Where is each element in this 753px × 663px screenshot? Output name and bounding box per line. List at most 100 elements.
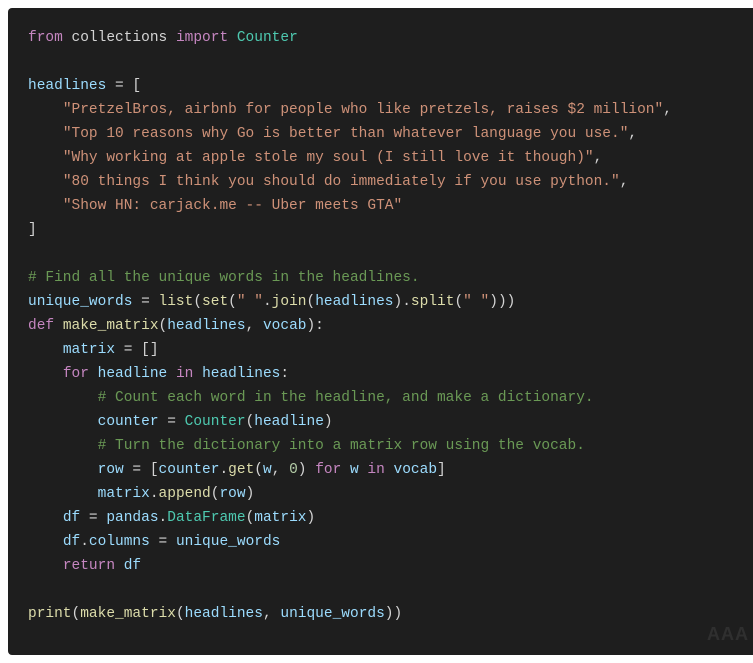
variable: unique_words	[176, 534, 280, 550]
punctuation: = [	[106, 78, 141, 94]
keyword-for: for	[63, 366, 89, 382]
punctuation: .	[159, 510, 168, 526]
keyword-in: in	[176, 366, 193, 382]
operator: =	[159, 414, 185, 430]
punctuation: )	[298, 462, 315, 478]
space	[341, 462, 350, 478]
variable: df	[124, 558, 141, 574]
punctuation: (	[306, 294, 315, 310]
parameter: headlines	[167, 318, 245, 334]
argument: headlines	[185, 606, 263, 622]
punctuation: (	[246, 510, 255, 526]
method-call: append	[159, 486, 211, 502]
punctuation: .	[150, 486, 159, 502]
punctuation: (	[159, 318, 168, 334]
keyword-for: for	[315, 462, 341, 478]
string-literal: "80 things I think you should do immedia…	[63, 174, 620, 190]
string-literal: "Top 10 reasons why Go is better than wh…	[63, 126, 629, 142]
string-literal: "Show HN: carjack.me -- Uber meets GTA"	[63, 198, 402, 214]
argument: headline	[254, 414, 324, 430]
parameter: vocab	[263, 318, 307, 334]
operator: =	[150, 534, 176, 550]
punctuation: (	[72, 606, 81, 622]
punctuation: ))	[385, 606, 402, 622]
string-literal: "PretzelBros, airbnb for people who like…	[63, 102, 663, 118]
module-name: collections	[72, 30, 168, 46]
code-block: from collections import Counter headline…	[8, 8, 753, 655]
attribute: columns	[89, 534, 150, 550]
punctuation: ,	[246, 318, 263, 334]
punctuation: ).	[394, 294, 411, 310]
function-call: join	[272, 294, 307, 310]
variable: w	[350, 462, 359, 478]
string-literal: " "	[463, 294, 489, 310]
string-literal: " "	[237, 294, 263, 310]
function-def: make_matrix	[63, 318, 159, 334]
variable: headline	[98, 366, 168, 382]
space	[115, 558, 124, 574]
variable: df	[63, 510, 80, 526]
class-name: Counter	[237, 30, 298, 46]
function-call: split	[411, 294, 455, 310]
variable: row	[98, 462, 124, 478]
watermark: AAA	[707, 624, 749, 645]
argument: w	[263, 462, 272, 478]
variable: unique_words	[28, 294, 132, 310]
punctuation: .	[80, 534, 89, 550]
punctuation: (	[246, 414, 255, 430]
punctuation: :	[280, 366, 289, 382]
number: 0	[289, 462, 298, 478]
function-call: print	[28, 606, 72, 622]
punctuation: (	[454, 294, 463, 310]
object: df	[63, 534, 80, 550]
variable: headlines	[202, 366, 280, 382]
punctuation: (	[193, 294, 202, 310]
class-name: DataFrame	[167, 510, 245, 526]
keyword-from: from	[28, 30, 63, 46]
punctuation: ]	[28, 222, 37, 238]
punctuation: .	[263, 294, 272, 310]
operator: = []	[115, 342, 159, 358]
keyword-def: def	[28, 318, 54, 334]
function-call: set	[202, 294, 228, 310]
keyword-import: import	[176, 30, 228, 46]
function-call: make_matrix	[80, 606, 176, 622]
punctuation: )	[324, 414, 333, 430]
punctuation: (	[254, 462, 263, 478]
object: matrix	[98, 486, 150, 502]
variable: counter	[98, 414, 159, 430]
variable: vocab	[394, 462, 438, 478]
comment: # Count each word in the headline, and m…	[98, 390, 594, 406]
code-content: from collections import Counter headline…	[28, 26, 741, 626]
argument: unique_words	[280, 606, 384, 622]
punctuation: )	[246, 486, 255, 502]
punctuation: ):	[306, 318, 323, 334]
comment: # Turn the dictionary into a matrix row …	[98, 438, 585, 454]
punctuation: )))	[489, 294, 515, 310]
punctuation: (	[176, 606, 185, 622]
punctuation: )	[307, 510, 316, 526]
argument: row	[219, 486, 245, 502]
variable: headlines	[28, 78, 106, 94]
punctuation: ]	[437, 462, 446, 478]
keyword-return: return	[63, 558, 115, 574]
function-call: list	[159, 294, 194, 310]
variable: matrix	[63, 342, 115, 358]
variable: headlines	[315, 294, 393, 310]
operator: =	[80, 510, 106, 526]
module: pandas	[106, 510, 158, 526]
argument: matrix	[254, 510, 306, 526]
operator: =	[132, 294, 158, 310]
punctuation: ,	[263, 606, 280, 622]
punctuation: (	[228, 294, 237, 310]
comment: # Find all the unique words in the headl…	[28, 270, 420, 286]
operator: = [	[124, 462, 159, 478]
punctuation: ,	[272, 462, 289, 478]
object: counter	[159, 462, 220, 478]
string-literal: "Why working at apple stole my soul (I s…	[63, 150, 594, 166]
space	[385, 462, 394, 478]
class-name: Counter	[185, 414, 246, 430]
punctuation: .	[219, 462, 228, 478]
method-call: get	[228, 462, 254, 478]
keyword-in: in	[367, 462, 384, 478]
